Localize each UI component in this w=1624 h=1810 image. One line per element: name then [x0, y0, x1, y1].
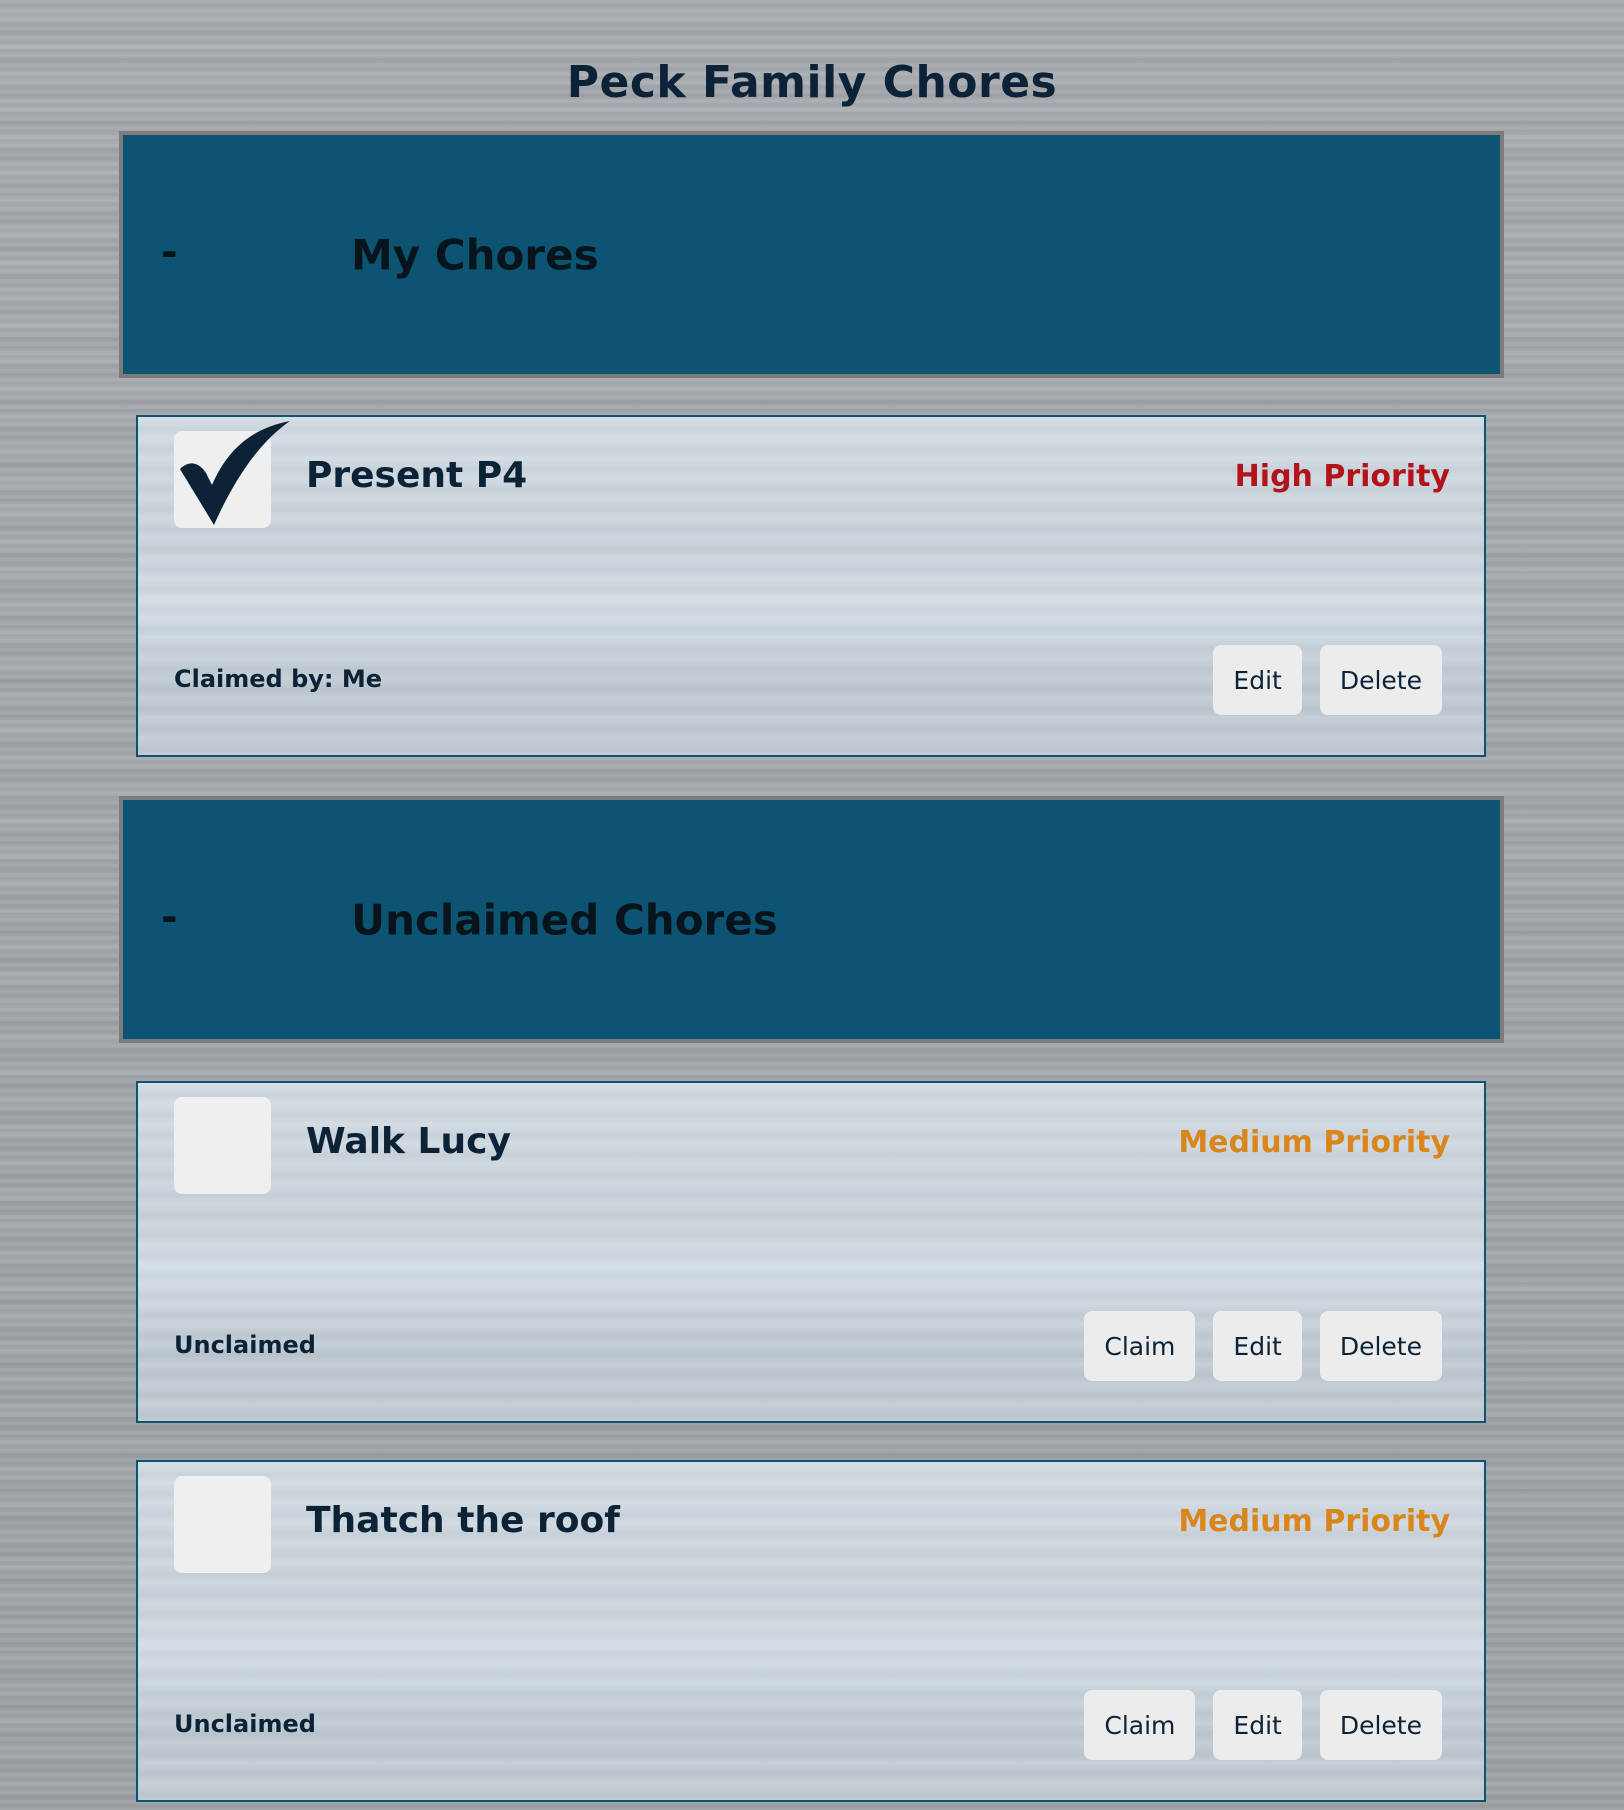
delete-button[interactable]: Delete	[1319, 1690, 1442, 1760]
claim-button[interactable]: Claim	[1084, 1311, 1196, 1381]
section-title: My Chores	[351, 230, 599, 279]
priority-label: Medium Priority	[1178, 1125, 1450, 1160]
priority-label: Medium Priority	[1178, 1504, 1450, 1539]
checkmark-icon	[180, 421, 290, 525]
delete-button[interactable]: Delete	[1319, 1311, 1442, 1381]
chore-checkbox[interactable]	[174, 1476, 271, 1573]
chore-card: Present P4 High Priority Claimed by: Me …	[136, 415, 1486, 757]
collapse-toggle[interactable]: -	[161, 229, 178, 275]
chore-card: Thatch the roof Medium Priority Unclaime…	[136, 1460, 1486, 1802]
section-title: Unclaimed Chores	[351, 895, 778, 944]
edit-button[interactable]: Edit	[1213, 1311, 1302, 1381]
collapse-toggle[interactable]: -	[161, 894, 178, 940]
priority-label: High Priority	[1234, 459, 1450, 494]
claim-status: Claimed by: Me	[174, 665, 383, 693]
claim-status: Unclaimed	[174, 1331, 316, 1359]
chore-actions: Claim Edit Delete	[1084, 1690, 1442, 1760]
section-header-my-chores[interactable]: - My Chores	[119, 131, 1504, 378]
chore-card: Walk Lucy Medium Priority Unclaimed Clai…	[136, 1081, 1486, 1423]
chore-name: Present P4	[306, 455, 528, 496]
chore-actions: Edit Delete	[1213, 645, 1442, 715]
chore-name: Thatch the roof	[306, 1500, 620, 1541]
page-title: Peck Family Chores	[566, 57, 1058, 109]
edit-button[interactable]: Edit	[1213, 1690, 1302, 1760]
section-header-unclaimed-chores[interactable]: - Unclaimed Chores	[119, 796, 1504, 1043]
chore-checkbox[interactable]	[174, 1097, 271, 1194]
delete-button[interactable]: Delete	[1319, 645, 1442, 715]
chore-name: Walk Lucy	[306, 1121, 511, 1162]
chore-checkbox[interactable]	[174, 421, 290, 528]
claim-button[interactable]: Claim	[1084, 1690, 1196, 1760]
claim-status: Unclaimed	[174, 1710, 316, 1738]
edit-button[interactable]: Edit	[1213, 645, 1302, 715]
chore-actions: Claim Edit Delete	[1084, 1311, 1442, 1381]
